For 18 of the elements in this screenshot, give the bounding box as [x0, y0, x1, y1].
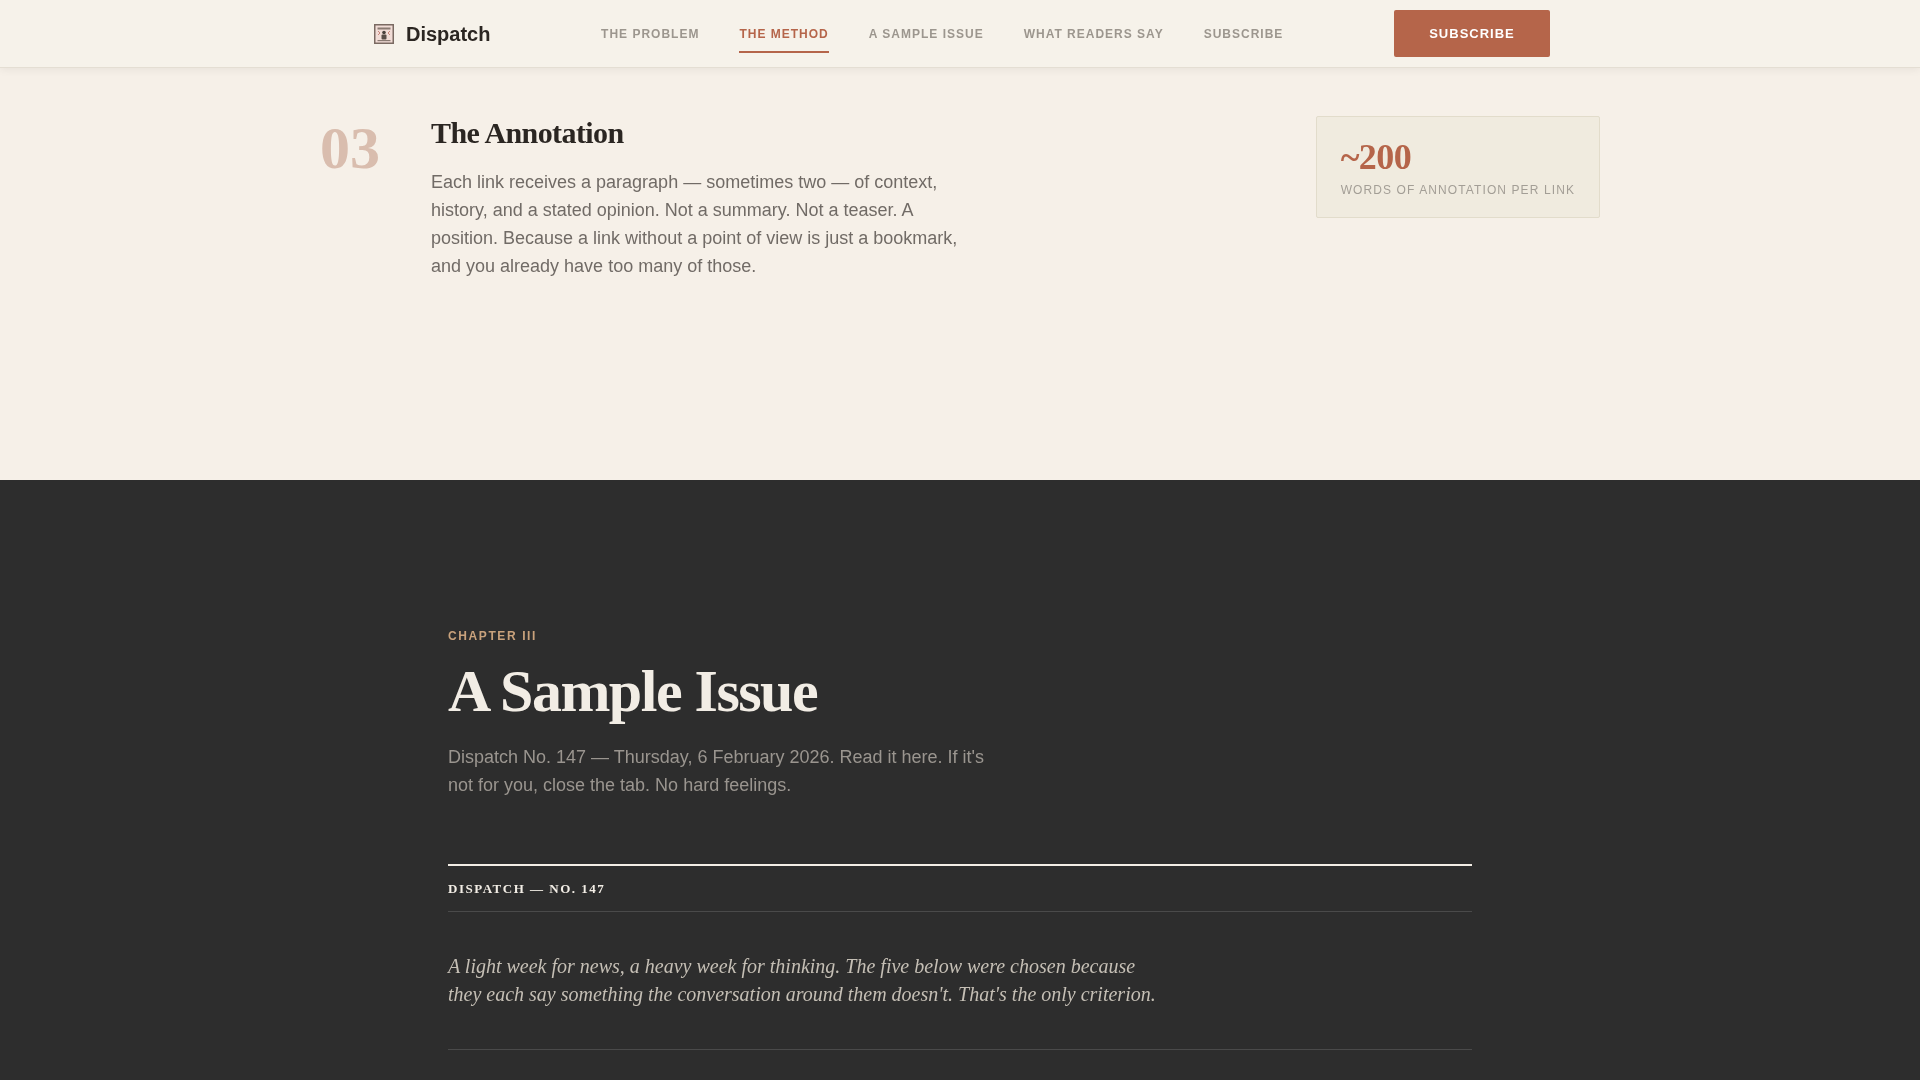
nav-link[interactable]: SUBSCRIBE	[1203, 24, 1284, 53]
nav-link[interactable]: THE PROBLEM	[601, 24, 700, 53]
step-number: 03	[320, 115, 380, 181]
nav-link[interactable]: THE METHOD	[739, 24, 829, 53]
issue-masthead: DISPATCH — NO. 147	[448, 880, 606, 898]
chapter-title: A Sample Issue	[448, 658, 818, 724]
step-title: The Annotation	[431, 115, 624, 151]
logo-icon	[374, 23, 394, 44]
nav-link[interactable]: A SAMPLE ISSUE	[868, 24, 984, 53]
stat-label: WORDS OF ANNOTATION PER LINK	[1340, 182, 1575, 199]
chapter-label: CHAPTER III	[448, 628, 537, 645]
step-description: Each link receives a paragraph — sometimes two — of context, history, and a stated opinion. Not a summary. Not a teaser. A position. Because a link without a point of view is just a bookmark, and you already have too many of those.	[431, 171, 959, 278]
issue-lede: A light week for news, a heavy week for thinking. The five below were chosen because they each say something the conversation around them doesn't. That's the only criterion.	[448, 954, 1157, 1008]
nav-link[interactable]: WHAT READERS SAY	[1023, 24, 1164, 53]
brand-name[interactable]: Dispatch	[406, 23, 491, 44]
stat-value: ~200	[1340, 137, 1412, 177]
subscribe-button[interactable]: SUBSCRIBE	[1394, 10, 1550, 57]
chapter-intro: Dispatch No. 147 — Thursday, 6 February 2026. Read it here. If it's not for you, close the tab. No hard feelings.	[448, 746, 986, 797]
